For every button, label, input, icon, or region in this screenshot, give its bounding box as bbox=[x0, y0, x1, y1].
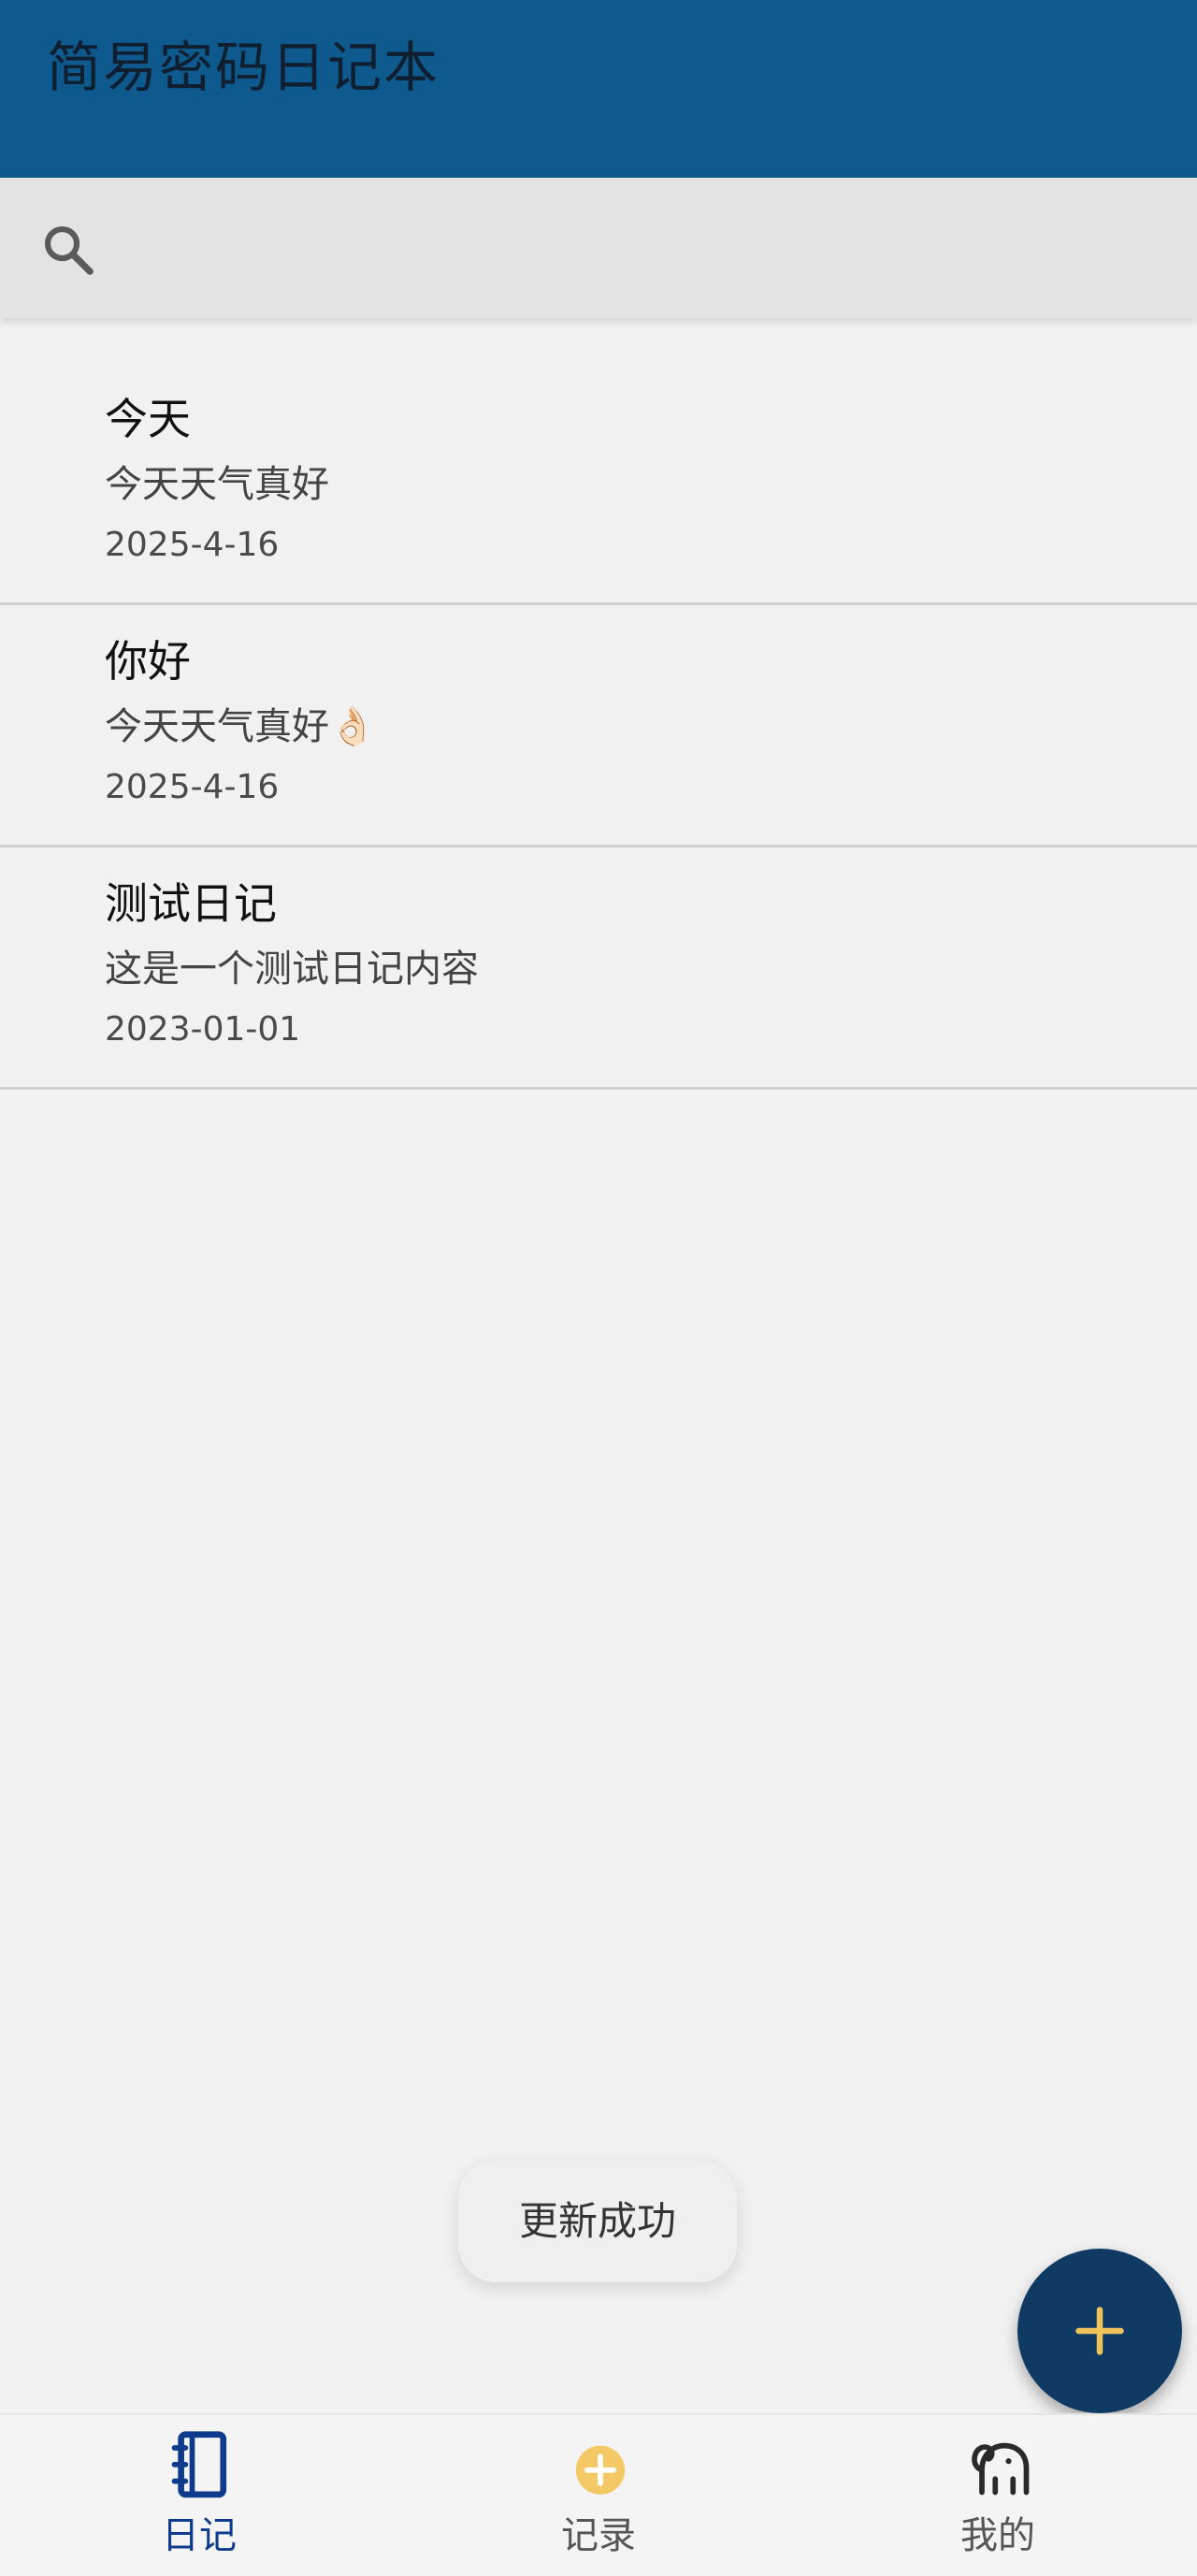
diary-item-date: 2025-4-16 bbox=[105, 526, 280, 564]
bottom-nav: 日记 记录 我的 bbox=[0, 2413, 1197, 2576]
diary-item-title: 测试日记 bbox=[105, 878, 277, 929]
app-bar: 简易密码日记本 bbox=[0, 0, 1197, 178]
diary-item-content: 今天天气真好👌🏻 bbox=[105, 705, 376, 748]
app-title: 简易密码日记本 bbox=[47, 36, 440, 99]
nav-label-profile: 我的 bbox=[960, 2514, 1035, 2557]
add-circle-icon bbox=[575, 2445, 626, 2495]
elephant-icon bbox=[972, 2442, 1030, 2496]
diary-item-title: 今天 bbox=[105, 394, 191, 444]
nav-item-profile[interactable]: 我的 bbox=[799, 2415, 1197, 2576]
plus-icon bbox=[1075, 2307, 1124, 2355]
add-diary-button[interactable] bbox=[1017, 2249, 1182, 2413]
diary-item-title: 你好 bbox=[105, 636, 191, 687]
diary-item-content: 这是一个测试日记内容 bbox=[105, 948, 479, 991]
search-input[interactable] bbox=[122, 215, 1154, 282]
diary-list-item[interactable]: 测试日记 这是一个测试日记内容 2023-01-01 bbox=[0, 847, 1197, 1090]
diary-list-item[interactable]: 你好 今天天气真好👌🏻 2025-4-16 bbox=[0, 605, 1197, 847]
notebook-icon bbox=[171, 2431, 227, 2498]
nav-label-diary: 日记 bbox=[162, 2514, 237, 2557]
app-screen: 简易密码日记本 今天 今天天气真好 2025-4-16 你好 今天天气真好👌🏻 … bbox=[0, 0, 1197, 2576]
search-icon[interactable] bbox=[39, 221, 97, 279]
diary-list: 今天 今天天气真好 2025-4-16 你好 今天天气真好👌🏻 2025-4-1… bbox=[0, 363, 1197, 1090]
diary-item-date: 2025-4-16 bbox=[105, 768, 280, 806]
diary-list-item[interactable]: 今天 今天天气真好 2025-4-16 bbox=[0, 363, 1197, 605]
diary-item-content: 今天天气真好 bbox=[105, 463, 329, 506]
search-bar[interactable] bbox=[0, 178, 1197, 318]
nav-item-diary[interactable]: 日记 bbox=[0, 2415, 398, 2576]
nav-item-record[interactable]: 记录 bbox=[399, 2415, 798, 2576]
nav-label-record: 记录 bbox=[561, 2514, 636, 2557]
toast-message: 更新成功 bbox=[458, 2161, 737, 2282]
diary-item-date: 2023-01-01 bbox=[105, 1010, 301, 1049]
